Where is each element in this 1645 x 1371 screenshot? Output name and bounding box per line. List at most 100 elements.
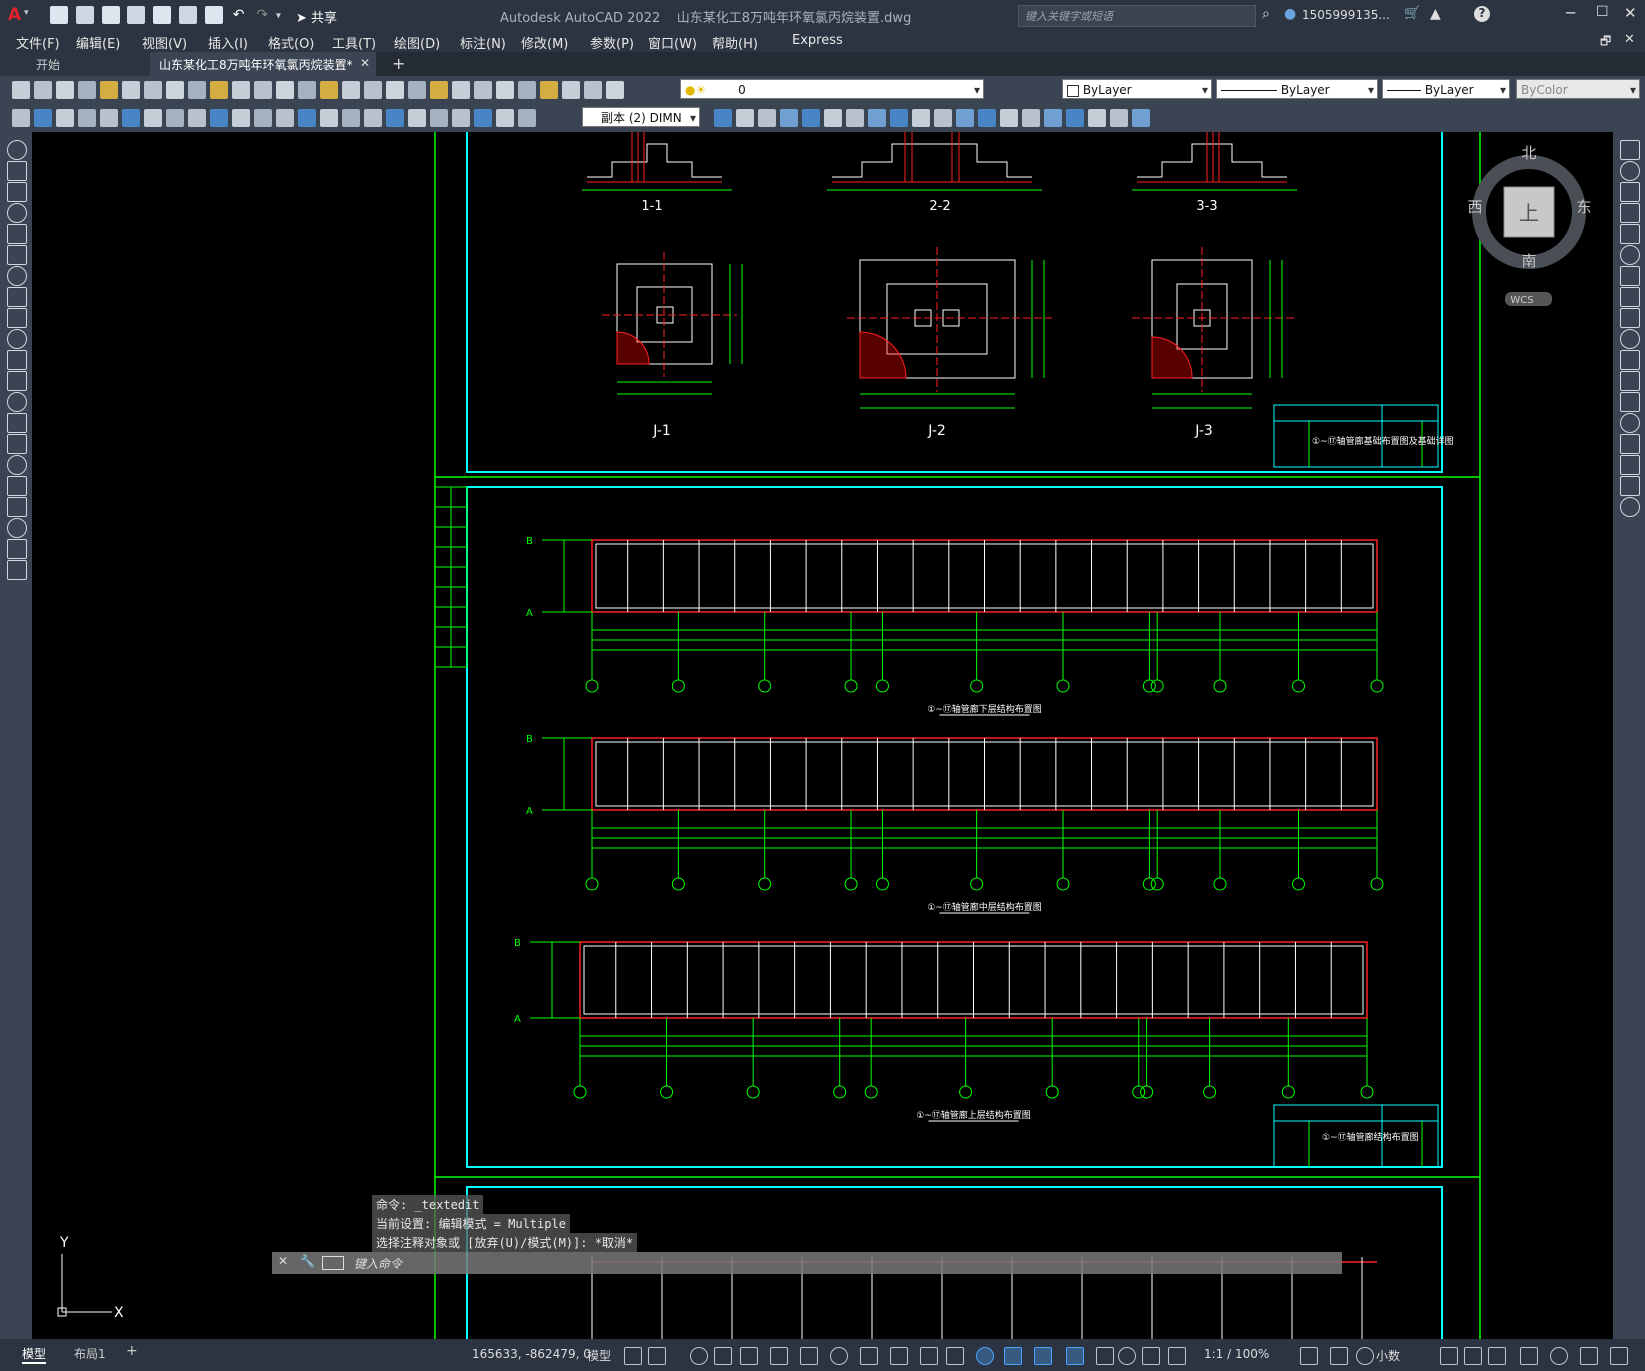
drawing-canvas[interactable]: 1-1 2-2 3-3 J-1 J-2 J-3 ①~⑰轴管廊基础布置图及基础详图… [32,132,1613,1339]
modify-tool-icon-8[interactable] [1620,308,1640,328]
command-prompt-icon[interactable] [322,1256,344,1270]
draw-tool-icon-1[interactable] [7,161,27,181]
dimension-tool-icon-22[interactable] [496,109,514,127]
draw-tool-icon-11[interactable] [7,371,27,391]
draw-tool-icon-10[interactable] [7,350,27,370]
standard-tool-icon-20[interactable] [452,81,470,99]
layout-tab-layout1[interactable]: 布局1 [74,1345,106,1362]
menu-item-9[interactable]: 参数(P) [590,33,634,52]
modify-tool-icon-17[interactable] [1620,497,1640,517]
dimension-tool-icon-1[interactable] [34,109,52,127]
dimension-tool-icon-19[interactable] [430,109,448,127]
standard-tool-icon-1[interactable] [34,81,52,99]
menu-item-6[interactable]: 绘图(D) [394,33,440,52]
modify-tool-icon-11[interactable] [956,109,974,127]
modify-tool-icon-14[interactable] [1022,109,1040,127]
share-button[interactable]: ➤ 共享 [296,7,337,26]
viewcube-top[interactable]: 上 [1519,201,1539,225]
status-toggle-icon-29[interactable] [1610,1347,1628,1365]
draw-tool-icon-2[interactable] [7,182,27,202]
status-toggle-icon-17[interactable] [1118,1347,1136,1365]
modify-tool-icon-16[interactable] [1066,109,1084,127]
menu-item-0[interactable]: 文件(F) [16,33,60,52]
standard-tool-icon-8[interactable] [188,81,206,99]
menu-item-5[interactable]: 工具(T) [332,33,376,52]
tab-drawing[interactable]: 山东某化工8万吨年环氧氯丙烷装置* ✕ [150,52,376,76]
dimension-tool-icon-12[interactable] [276,109,294,127]
status-toggle-icon-3[interactable] [714,1347,732,1365]
viewcube-west[interactable]: 西 [1467,198,1482,216]
modify-tool-icon-0[interactable] [714,109,732,127]
maximize-icon[interactable]: ☐ [1596,4,1609,20]
annotation-scale[interactable]: 1:1 / 100% [1204,1347,1269,1361]
viewcube[interactable]: 上 北 南 东 西 WCS [1467,144,1592,306]
layer-combo[interactable]: ●☀ 0 ▾ [680,79,984,99]
draw-tool-icon-6[interactable] [7,266,27,286]
modify-tool-icon-10[interactable] [934,109,952,127]
undo-icon[interactable]: ↶ [233,7,245,23]
save-as-icon[interactable] [127,6,146,24]
viewcube-south[interactable]: 南 [1521,252,1536,270]
draw-tool-icon-5[interactable] [7,245,27,265]
open-icon[interactable] [75,6,94,24]
status-toggle-icon-6[interactable] [800,1347,818,1365]
modify-tool-icon-6[interactable] [846,109,864,127]
dimension-tool-icon-2[interactable] [56,109,74,127]
tab-start[interactable]: 开始 [0,52,150,76]
dimension-tool-icon-21[interactable] [474,109,492,127]
standard-tool-icon-11[interactable] [254,81,272,99]
status-toggle-icon-26[interactable] [1520,1347,1538,1365]
layout-tab-model[interactable]: 模型 [22,1345,47,1364]
linetype-combo[interactable]: ByLayer ▾ [1216,79,1378,99]
modify-tool-icon-16[interactable] [1620,476,1640,496]
modify-tool-icon-3[interactable] [780,109,798,127]
dimension-tool-icon-6[interactable] [144,109,162,127]
standard-tool-icon-5[interactable] [122,81,140,99]
standard-tool-icon-4[interactable] [100,81,118,99]
status-toggle-icon-4[interactable] [740,1347,758,1365]
search-input[interactable]: 键入关键字或短语 [1025,8,1113,24]
help-icon[interactable]: ? [1474,6,1490,22]
status-toggle-icon-11[interactable] [946,1347,964,1365]
close-doc-icon[interactable]: ✕ [1624,32,1635,47]
modify-tool-icon-8[interactable] [890,109,908,127]
standard-tool-icon-15[interactable] [342,81,360,99]
standard-tool-icon-22[interactable] [496,81,514,99]
status-toggle-icon-14[interactable] [1034,1347,1052,1365]
dimension-tool-icon-15[interactable] [342,109,360,127]
modify-tool-icon-0[interactable] [1620,140,1640,160]
status-toggle-icon-27[interactable] [1550,1347,1568,1365]
standard-tool-icon-19[interactable] [430,81,448,99]
standard-tool-icon-12[interactable] [276,81,294,99]
draw-tool-icon-7[interactable] [7,287,27,307]
menu-item-11[interactable]: 帮助(H) [712,33,758,52]
modify-tool-icon-13[interactable] [1620,413,1640,433]
standard-tool-icon-27[interactable] [606,81,624,99]
redo-icon[interactable]: ↷ [256,7,268,23]
modify-tool-icon-7[interactable] [868,109,886,127]
lineweight-combo[interactable]: ByLayer ▾ [1382,79,1510,99]
dimension-tool-icon-11[interactable] [254,109,272,127]
standard-tool-icon-17[interactable] [386,81,404,99]
close-icon[interactable]: ✕ [1624,4,1637,22]
menu-item-2[interactable]: 视图(V) [142,33,187,52]
modify-tool-icon-2[interactable] [758,109,776,127]
modify-tool-icon-3[interactable] [1620,203,1640,223]
standard-tool-icon-18[interactable] [408,81,426,99]
dimension-tool-icon-3[interactable] [78,109,96,127]
status-toggle-icon-23[interactable] [1440,1347,1458,1365]
restore-doc-icon[interactable]: 🗗 [1600,32,1611,53]
save-icon[interactable] [101,6,120,24]
status-toggle-icon-21[interactable] [1330,1347,1348,1365]
viewcube-east[interactable]: 东 [1576,198,1591,216]
tab-close-icon[interactable]: ✕ [360,56,370,70]
status-toggle-icon-28[interactable] [1580,1347,1598,1365]
draw-tool-icon-19[interactable] [7,539,27,559]
modify-tool-icon-11[interactable] [1620,371,1640,391]
status-toggle-icon-12[interactable] [976,1347,994,1365]
menu-item-3[interactable]: 插入(I) [208,33,248,52]
status-toggle-icon-1[interactable] [648,1347,666,1365]
a360-icon[interactable]: ▲ [1430,6,1441,22]
standard-tool-icon-13[interactable] [298,81,316,99]
status-toggle-icon-20[interactable] [1300,1347,1318,1365]
